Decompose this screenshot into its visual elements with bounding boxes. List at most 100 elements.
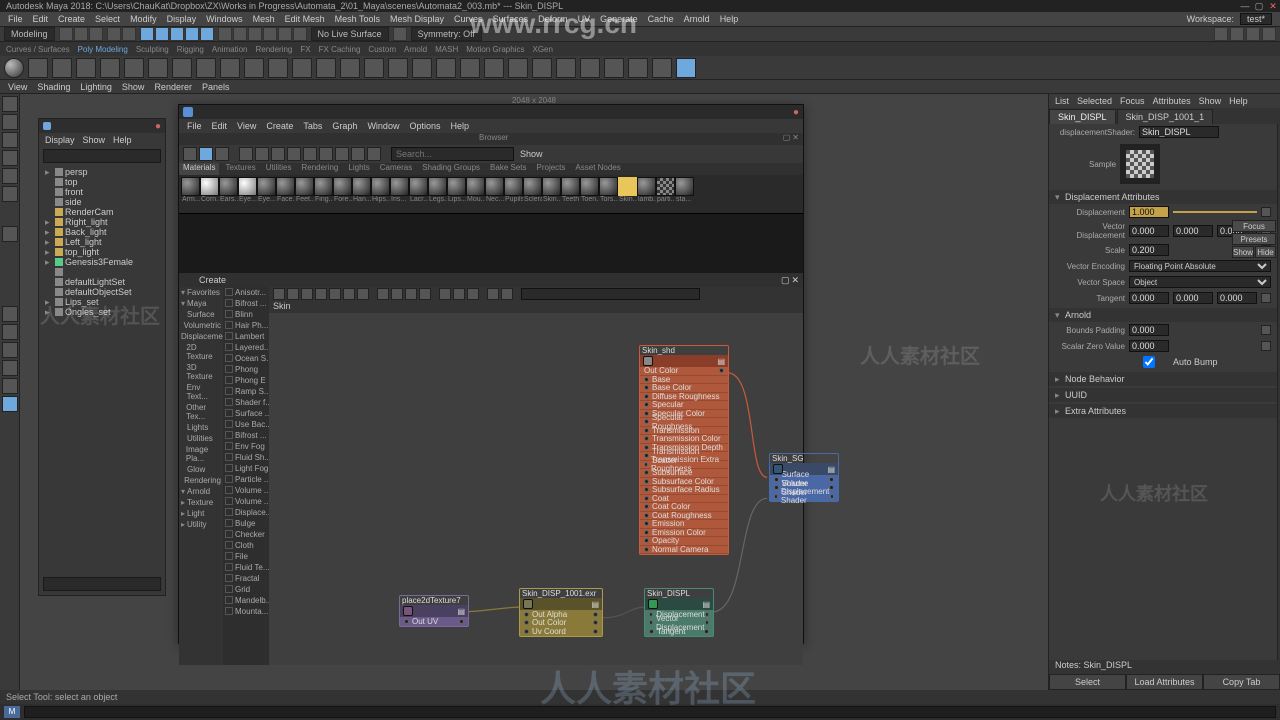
- nodetype-item[interactable]: Hair Ph...: [223, 320, 269, 331]
- panel-lighting[interactable]: Lighting: [80, 82, 112, 92]
- outliner-item[interactable]: side: [41, 197, 163, 207]
- node-skin-sg[interactable]: Skin_SG ▤ Surface ShaderVolume ShaderDis…: [769, 453, 839, 502]
- nodetype-item[interactable]: Bifrost ...: [223, 430, 269, 441]
- nodetype-item[interactable]: Fractal: [223, 573, 269, 584]
- sym-toggle[interactable]: [393, 27, 407, 41]
- map-icon[interactable]: [1261, 293, 1271, 303]
- map-icon[interactable]: [1261, 207, 1271, 217]
- workspace-dropdown[interactable]: test*: [1240, 13, 1272, 25]
- hs-show-label[interactable]: Show: [516, 149, 547, 159]
- menu-create[interactable]: Create: [58, 14, 85, 24]
- ae-autobump-check[interactable]: [1129, 356, 1169, 368]
- shelf-tab[interactable]: Custom: [368, 45, 396, 54]
- menu-generate[interactable]: Generate: [600, 14, 638, 24]
- hs-category-list[interactable]: ▾Favorites▾MayaSurfaceVolumetricDisplace…: [179, 287, 223, 665]
- outliner-item[interactable]: ▸Back_light: [41, 227, 163, 237]
- panel-panels[interactable]: Panels: [202, 82, 230, 92]
- poly-type-icon[interactable]: [364, 58, 384, 78]
- nodetype-item[interactable]: Mandelb...: [223, 595, 269, 606]
- separate-icon[interactable]: [436, 58, 456, 78]
- ae-menu-show[interactable]: Show: [1199, 96, 1222, 106]
- ae-tan-y[interactable]: [1173, 292, 1213, 304]
- ae-vecspace-dropdown[interactable]: Object: [1129, 276, 1271, 288]
- material-swatch[interactable]: [447, 177, 466, 196]
- material-swatch[interactable]: [485, 177, 504, 196]
- nodetype-item[interactable]: Shader f...: [223, 397, 269, 408]
- menu-arnold[interactable]: Arnold: [684, 14, 710, 24]
- ae-notes[interactable]: Notes: Skin_DISPL: [1049, 660, 1280, 674]
- window-controls[interactable]: —▢✕: [1238, 0, 1280, 12]
- quad-draw-icon[interactable]: [676, 58, 696, 78]
- layout-four[interactable]: [2, 324, 18, 340]
- close-icon[interactable]: ●: [155, 121, 161, 132]
- undock-icon[interactable]: ▢: [781, 275, 790, 286]
- nodetype-item[interactable]: Displace...: [223, 507, 269, 518]
- menu-modify[interactable]: Modify: [130, 14, 157, 24]
- material-swatch[interactable]: [409, 177, 428, 196]
- menu-mesh[interactable]: Mesh: [253, 14, 275, 24]
- poly-svg-icon[interactable]: [388, 58, 408, 78]
- ae-zero-value[interactable]: [1129, 340, 1169, 352]
- poly-cylinder-icon[interactable]: [52, 58, 72, 78]
- outliner-item[interactable]: ▸Right_light: [41, 217, 163, 227]
- material-swatch[interactable]: [238, 177, 257, 196]
- category-item[interactable]: Env Text...: [179, 382, 223, 402]
- graph-pin[interactable]: [487, 288, 499, 300]
- ae-tab-file[interactable]: Skin_DISP_1001_1: [1117, 109, 1214, 124]
- extrude-icon[interactable]: [508, 58, 528, 78]
- menu-meshtools[interactable]: Mesh Tools: [335, 14, 380, 24]
- outliner-search[interactable]: [43, 149, 161, 163]
- ae-displacement-value[interactable]: [1129, 206, 1169, 218]
- select-mode-uv[interactable]: [200, 27, 214, 41]
- material-swatch[interactable]: [276, 177, 295, 196]
- graph-clear[interactable]: [273, 288, 285, 300]
- graph-remove[interactable]: [357, 288, 369, 300]
- outliner-filter[interactable]: [43, 577, 161, 591]
- nodetype-item[interactable]: Checker: [223, 529, 269, 540]
- graph-both[interactable]: [329, 288, 341, 300]
- new-scene-button[interactable]: [59, 27, 73, 41]
- nodetype-item[interactable]: Volume ...: [223, 496, 269, 507]
- ae-menu-focus[interactable]: Focus: [1120, 96, 1145, 106]
- outliner-item[interactable]: ▸Genesis3Female: [41, 257, 163, 267]
- hs-tab-materials[interactable]: Materials: [179, 163, 219, 175]
- material-swatch[interactable]: [675, 177, 694, 196]
- shelf-tab[interactable]: Arnold: [404, 45, 427, 54]
- nodetype-item[interactable]: Surface ...: [223, 408, 269, 419]
- outliner-item[interactable]: ▸top_light: [41, 247, 163, 257]
- poly-soccer-icon[interactable]: [316, 58, 336, 78]
- sidebar-toggle-2[interactable]: [1230, 27, 1244, 41]
- hs-tabs[interactable]: Tabs: [303, 121, 322, 131]
- paint-select-tool[interactable]: [2, 132, 18, 148]
- ae-vecdisp-x[interactable]: [1129, 225, 1169, 237]
- select-tool[interactable]: [2, 96, 18, 112]
- ae-hide-button[interactable]: Hide: [1255, 246, 1276, 258]
- nodetype-item[interactable]: Mounta...: [223, 606, 269, 617]
- shelf-tab[interactable]: Animation: [212, 45, 248, 54]
- nodetype-item[interactable]: Bifrost ...: [223, 298, 269, 309]
- category-item[interactable]: ▸Light: [179, 508, 223, 519]
- boolean-icon[interactable]: [484, 58, 504, 78]
- select-mode-object[interactable]: [140, 27, 154, 41]
- ae-bounds-value[interactable]: [1129, 324, 1169, 336]
- ae-scale-value[interactable]: [1129, 244, 1169, 256]
- rotate-tool[interactable]: [2, 168, 18, 184]
- bridge-icon[interactable]: [556, 58, 576, 78]
- panel-renderer[interactable]: Renderer: [154, 82, 192, 92]
- graph-add[interactable]: [343, 288, 355, 300]
- graph-input[interactable]: [301, 288, 313, 300]
- hs-create[interactable]: Create: [266, 121, 293, 131]
- graph-zoom-fit[interactable]: [439, 288, 451, 300]
- hs-tab-assets[interactable]: Asset Nodes: [571, 163, 624, 175]
- sidebar-toggle-4[interactable]: [1262, 27, 1276, 41]
- nodetype-item[interactable]: Phong E: [223, 375, 269, 386]
- graph-rearrange[interactable]: [287, 288, 299, 300]
- panel-shading[interactable]: Shading: [37, 82, 70, 92]
- category-item[interactable]: Rendering: [179, 475, 223, 486]
- nodetype-item[interactable]: Lambert: [223, 331, 269, 342]
- outliner-display[interactable]: Display: [45, 135, 75, 145]
- smooth-icon[interactable]: [460, 58, 480, 78]
- node-attribute[interactable]: Vector Displacement: [645, 619, 713, 628]
- menu-file[interactable]: File: [8, 14, 23, 24]
- menu-edit[interactable]: Edit: [33, 14, 49, 24]
